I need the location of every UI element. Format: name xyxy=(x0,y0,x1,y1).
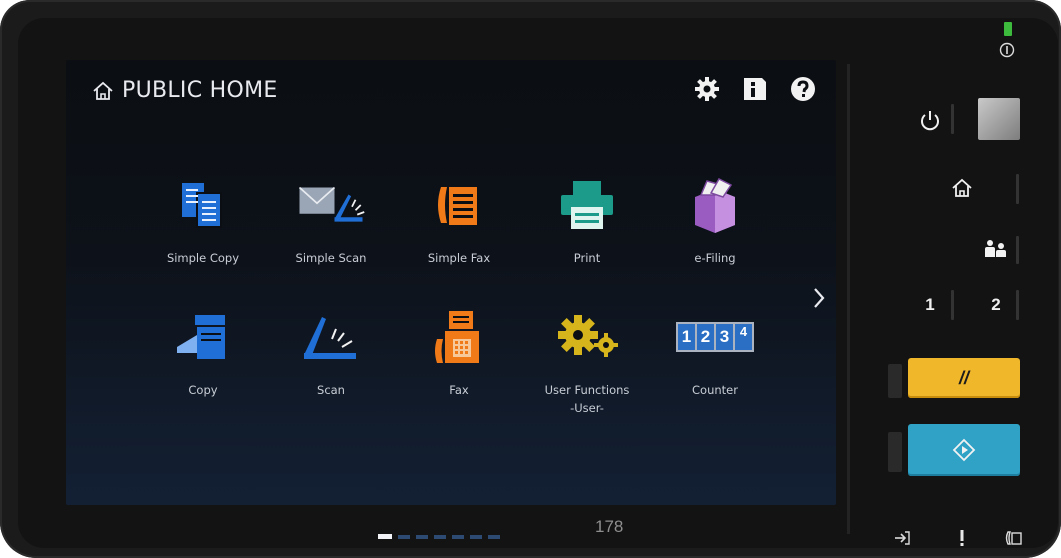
tile-print[interactable]: Print xyxy=(532,173,642,267)
tile-simple-copy[interactable]: Simple Copy xyxy=(148,173,258,267)
scan-icon xyxy=(296,305,366,369)
error-indicator-icon xyxy=(952,526,972,550)
tile-label: e-Filing xyxy=(694,251,736,265)
mfp-control-panel: PUBLIC HOME Simple Copy Simple Scan Simp… xyxy=(0,0,1061,558)
tile-label: Scan xyxy=(317,383,345,397)
start-button[interactable] xyxy=(908,424,1020,476)
panel-divider xyxy=(847,64,850,534)
button-notch xyxy=(951,290,954,320)
page-number: 178 xyxy=(595,517,624,536)
job-memory-1-label: 1 xyxy=(925,295,935,314)
copy-icon xyxy=(168,305,238,369)
gear-icon[interactable] xyxy=(692,74,722,104)
button-slot xyxy=(888,432,902,472)
tile-user-functions[interactable]: User Functions -User- xyxy=(532,305,642,417)
button-notch xyxy=(1016,236,1019,264)
counter-digit: 3 xyxy=(716,324,733,350)
tile-label: User Functions -User- xyxy=(532,381,642,417)
user-functions-icon xyxy=(552,305,622,369)
energy-saver-button[interactable] xyxy=(978,98,1020,140)
tile-label: Copy xyxy=(188,383,218,397)
tile-label: Simple Fax xyxy=(427,251,491,265)
page-dot[interactable] xyxy=(398,534,410,539)
tile-label-line1: User Functions xyxy=(544,383,630,397)
home-icon xyxy=(93,81,113,100)
tile-copy[interactable]: Copy xyxy=(148,305,258,399)
counter-digit: 2 xyxy=(697,324,714,350)
button-notch xyxy=(951,104,954,134)
page-indicator xyxy=(378,534,500,539)
tile-label: Counter xyxy=(692,383,738,397)
button-notch xyxy=(1016,174,1019,204)
top-icon-bar xyxy=(692,74,818,104)
tile-simple-fax[interactable]: Simple Fax xyxy=(404,173,514,267)
page-dot-active[interactable] xyxy=(378,534,392,539)
simple-copy-icon xyxy=(168,173,238,237)
help-icon[interactable] xyxy=(788,74,818,104)
e-filing-icon xyxy=(680,173,750,237)
tile-label: Simple Copy xyxy=(166,251,240,265)
tile-label: Fax xyxy=(449,383,469,397)
tile-counter[interactable]: 1 2 3 4 Counter xyxy=(660,305,770,399)
info-icon[interactable] xyxy=(740,74,770,104)
page-dot[interactable] xyxy=(434,534,446,539)
clear-symbol: // xyxy=(958,367,969,388)
power-status-led xyxy=(1004,22,1012,36)
tile-e-filing[interactable]: e-Filing xyxy=(660,173,770,267)
data-receive-icon xyxy=(890,526,914,550)
home-header: PUBLIC HOME xyxy=(92,78,278,103)
start-icon xyxy=(952,438,976,462)
main-power-icon xyxy=(997,40,1017,60)
fax-status-icon xyxy=(1002,526,1026,550)
fax-icon xyxy=(424,305,494,369)
home-button[interactable] xyxy=(946,172,978,204)
print-icon xyxy=(552,173,622,237)
simple-scan-icon xyxy=(296,173,366,237)
counter-icon: 1 2 3 4 xyxy=(676,305,754,369)
tile-simple-scan[interactable]: Simple Scan xyxy=(276,173,386,267)
tile-label: Simple Scan xyxy=(295,251,367,265)
page-dot[interactable] xyxy=(470,534,482,539)
clear-button[interactable]: // xyxy=(908,358,1020,398)
next-page-arrow-icon[interactable] xyxy=(812,286,826,314)
button-notch xyxy=(1016,290,1019,320)
tile-fax[interactable]: Fax xyxy=(404,305,514,399)
job-memory-2-button[interactable]: 2 xyxy=(984,290,1008,320)
page-dot[interactable] xyxy=(452,534,464,539)
page-dot[interactable] xyxy=(488,534,500,539)
job-memory-2-label: 2 xyxy=(991,295,1001,314)
button-slot xyxy=(888,364,902,398)
simple-fax-icon xyxy=(424,173,494,237)
user-login-button[interactable] xyxy=(980,234,1012,264)
tile-label: Print xyxy=(573,251,601,265)
counter-digit: 1 xyxy=(678,324,695,350)
page-title: PUBLIC HOME xyxy=(122,78,278,103)
counter-digit: 4 xyxy=(735,324,752,350)
job-memory-1-button[interactable]: 1 xyxy=(918,290,942,320)
power-button[interactable] xyxy=(914,104,946,136)
tile-scan[interactable]: Scan xyxy=(276,305,386,399)
page-dot[interactable] xyxy=(416,534,428,539)
touch-screen: PUBLIC HOME Simple Copy Simple Scan Simp… xyxy=(66,60,836,539)
tile-label-line2: -User- xyxy=(570,401,604,415)
